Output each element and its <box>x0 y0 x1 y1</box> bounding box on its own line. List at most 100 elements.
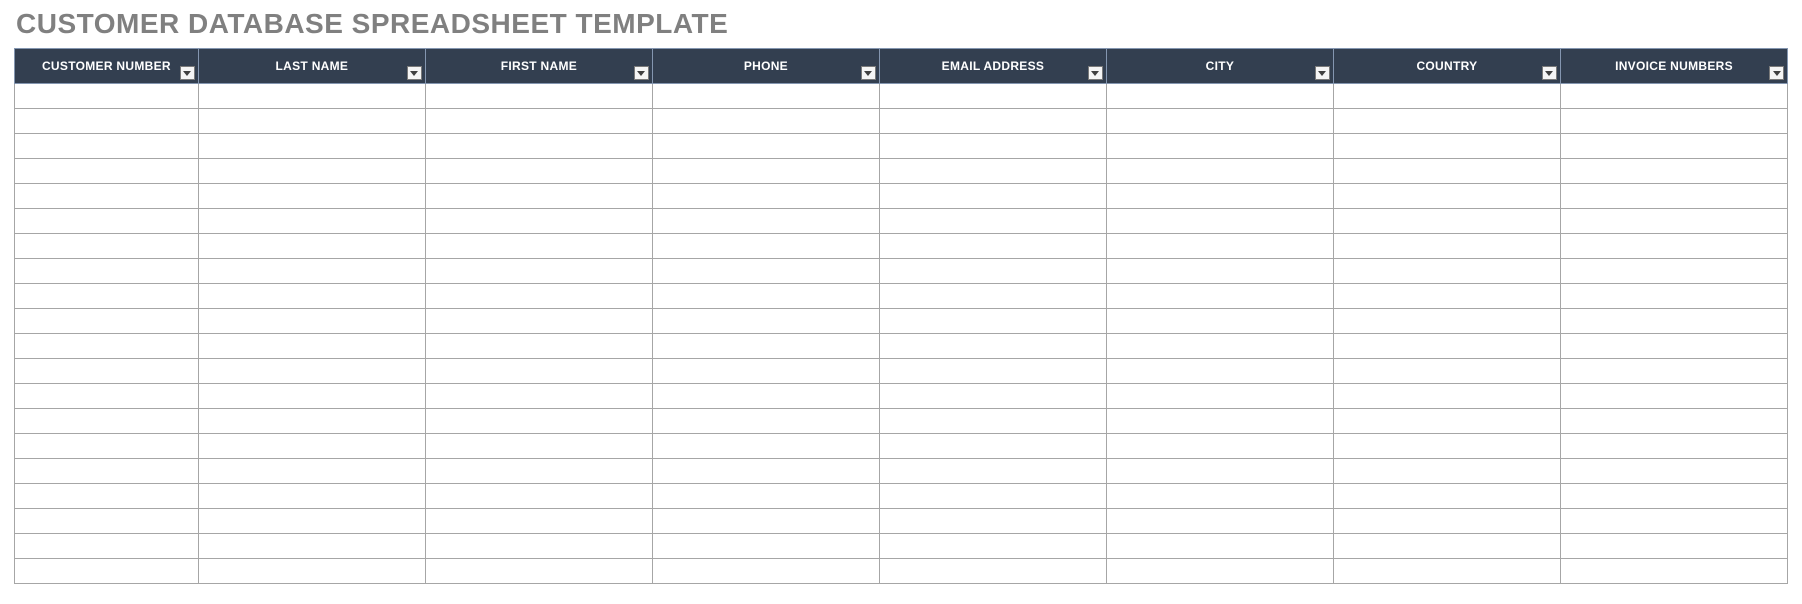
cell[interactable] <box>1333 234 1560 259</box>
cell[interactable] <box>1560 159 1787 184</box>
cell[interactable] <box>198 109 425 134</box>
cell[interactable] <box>1560 509 1787 534</box>
cell[interactable] <box>1333 159 1560 184</box>
cell[interactable] <box>652 184 879 209</box>
cell[interactable] <box>425 534 652 559</box>
cell[interactable] <box>879 509 1106 534</box>
cell[interactable] <box>425 234 652 259</box>
cell[interactable] <box>15 534 199 559</box>
filter-dropdown-icon[interactable] <box>1315 66 1330 80</box>
cell[interactable] <box>425 84 652 109</box>
cell[interactable] <box>1333 509 1560 534</box>
cell[interactable] <box>1333 84 1560 109</box>
cell[interactable] <box>1560 459 1787 484</box>
cell[interactable] <box>425 484 652 509</box>
cell[interactable] <box>1333 309 1560 334</box>
cell[interactable] <box>1560 309 1787 334</box>
cell[interactable] <box>425 309 652 334</box>
cell[interactable] <box>1560 259 1787 284</box>
cell[interactable] <box>1333 284 1560 309</box>
cell[interactable] <box>198 409 425 434</box>
cell[interactable] <box>1106 459 1333 484</box>
cell[interactable] <box>1106 359 1333 384</box>
cell[interactable] <box>652 509 879 534</box>
cell[interactable] <box>425 559 652 584</box>
cell[interactable] <box>425 159 652 184</box>
filter-dropdown-icon[interactable] <box>861 66 876 80</box>
cell[interactable] <box>879 84 1106 109</box>
cell[interactable] <box>652 109 879 134</box>
cell[interactable] <box>198 359 425 384</box>
cell[interactable] <box>652 559 879 584</box>
cell[interactable] <box>1333 184 1560 209</box>
cell[interactable] <box>1560 384 1787 409</box>
cell[interactable] <box>425 409 652 434</box>
cell[interactable] <box>425 209 652 234</box>
cell[interactable] <box>1560 334 1787 359</box>
cell[interactable] <box>198 259 425 284</box>
cell[interactable] <box>1106 134 1333 159</box>
cell[interactable] <box>652 209 879 234</box>
cell[interactable] <box>879 459 1106 484</box>
cell[interactable] <box>652 309 879 334</box>
cell[interactable] <box>1333 434 1560 459</box>
cell[interactable] <box>1106 284 1333 309</box>
cell[interactable] <box>1333 484 1560 509</box>
cell[interactable] <box>652 384 879 409</box>
cell[interactable] <box>1106 109 1333 134</box>
cell[interactable] <box>198 509 425 534</box>
cell[interactable] <box>652 159 879 184</box>
cell[interactable] <box>198 209 425 234</box>
cell[interactable] <box>15 484 199 509</box>
cell[interactable] <box>879 134 1106 159</box>
cell[interactable] <box>879 559 1106 584</box>
cell[interactable] <box>15 434 199 459</box>
cell[interactable] <box>15 109 199 134</box>
cell[interactable] <box>425 509 652 534</box>
cell[interactable] <box>1106 559 1333 584</box>
cell[interactable] <box>15 384 199 409</box>
cell[interactable] <box>425 184 652 209</box>
cell[interactable] <box>879 484 1106 509</box>
cell[interactable] <box>1560 484 1787 509</box>
cell[interactable] <box>198 434 425 459</box>
cell[interactable] <box>425 284 652 309</box>
cell[interactable] <box>1106 484 1333 509</box>
cell[interactable] <box>1333 459 1560 484</box>
cell[interactable] <box>425 434 652 459</box>
cell[interactable] <box>1560 209 1787 234</box>
cell[interactable] <box>1560 359 1787 384</box>
cell[interactable] <box>15 234 199 259</box>
cell[interactable] <box>1560 559 1787 584</box>
cell[interactable] <box>879 209 1106 234</box>
cell[interactable] <box>879 234 1106 259</box>
cell[interactable] <box>652 134 879 159</box>
cell[interactable] <box>879 434 1106 459</box>
cell[interactable] <box>1333 384 1560 409</box>
cell[interactable] <box>425 259 652 284</box>
cell[interactable] <box>1106 384 1333 409</box>
cell[interactable] <box>1106 409 1333 434</box>
filter-dropdown-icon[interactable] <box>634 66 649 80</box>
cell[interactable] <box>198 334 425 359</box>
cell[interactable] <box>198 484 425 509</box>
cell[interactable] <box>198 459 425 484</box>
cell[interactable] <box>879 259 1106 284</box>
cell[interactable] <box>1106 184 1333 209</box>
cell[interactable] <box>15 159 199 184</box>
cell[interactable] <box>198 134 425 159</box>
cell[interactable] <box>652 409 879 434</box>
cell[interactable] <box>15 459 199 484</box>
cell[interactable] <box>425 134 652 159</box>
cell[interactable] <box>1333 409 1560 434</box>
cell[interactable] <box>198 184 425 209</box>
cell[interactable] <box>652 234 879 259</box>
cell[interactable] <box>879 284 1106 309</box>
cell[interactable] <box>652 84 879 109</box>
cell[interactable] <box>1106 309 1333 334</box>
cell[interactable] <box>15 134 199 159</box>
cell[interactable] <box>198 159 425 184</box>
cell[interactable] <box>879 384 1106 409</box>
cell[interactable] <box>1560 434 1787 459</box>
cell[interactable] <box>198 309 425 334</box>
